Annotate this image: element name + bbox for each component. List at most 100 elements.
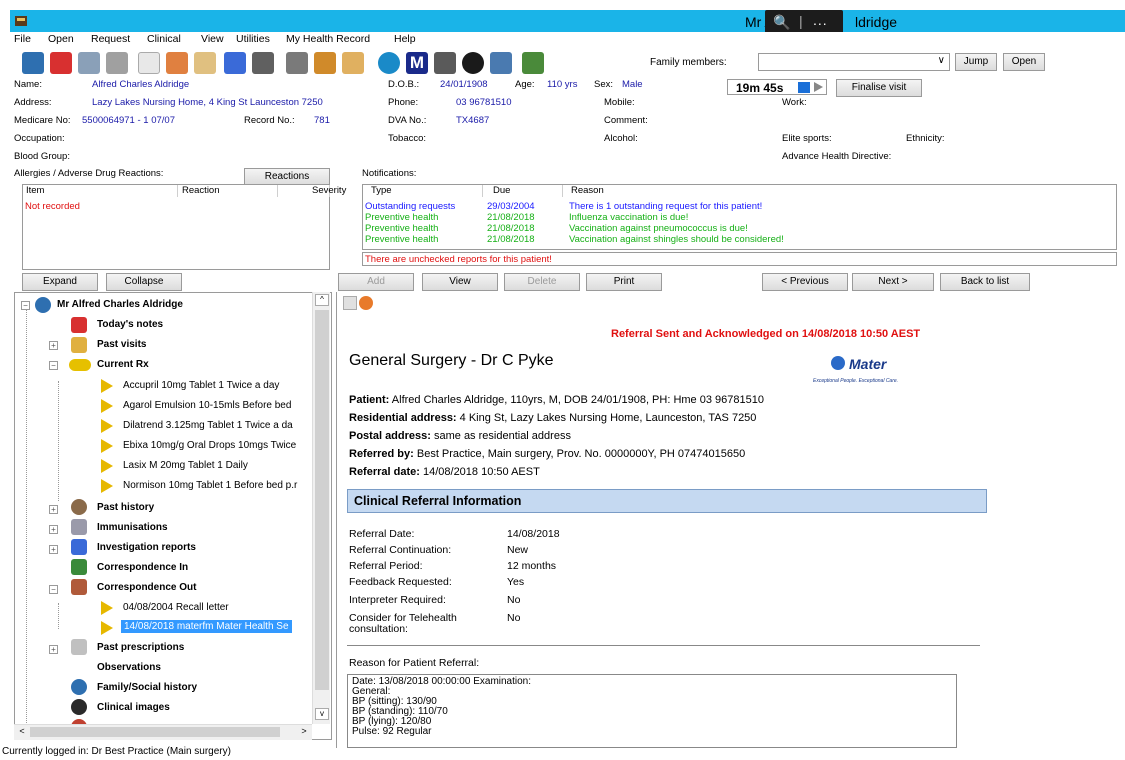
- more-options-icon[interactable]: ...: [813, 12, 828, 28]
- section-divider: [347, 645, 980, 646]
- menu-open[interactable]: Open: [48, 33, 74, 45]
- reason-text-box[interactable]: Date: 13/08/2018 00:00:00 Examination: G…: [347, 674, 957, 748]
- tree-horizontal-scrollbar[interactable]: < >: [14, 724, 312, 740]
- notif-col-reason[interactable]: Reason: [563, 185, 1113, 197]
- zoom-icon[interactable]: 🔍: [773, 14, 790, 31]
- correspondence-item-selected[interactable]: 14/08/2018 materfm Mater Health Se: [121, 620, 292, 633]
- next-button[interactable]: Next >: [852, 273, 934, 291]
- correspondence-out-toggle[interactable]: −: [49, 585, 58, 594]
- mims-icon[interactable]: M: [406, 52, 428, 74]
- postal-field-label: Postal address:: [349, 430, 431, 442]
- previous-button[interactable]: < Previous: [762, 273, 848, 291]
- past-prescriptions-toggle[interactable]: +: [49, 645, 58, 654]
- open-patient-icon[interactable]: [22, 52, 44, 74]
- correspondence-item[interactable]: 04/08/2004 Recall letter: [123, 602, 229, 613]
- calculator-icon[interactable]: [252, 52, 274, 74]
- rx-item[interactable]: Accupril 10mg Tablet 1 Twice a day: [123, 380, 279, 391]
- tree-correspondence-in[interactable]: Correspondence In: [97, 562, 188, 573]
- globe-icon[interactable]: [378, 52, 400, 74]
- jump-button[interactable]: Jump: [955, 53, 997, 71]
- add-button[interactable]: Add: [338, 273, 414, 291]
- finalise-visit-button[interactable]: Finalise visit: [836, 79, 922, 97]
- delete-button[interactable]: Delete: [504, 273, 580, 291]
- allergy-col-item[interactable]: Item: [23, 185, 178, 197]
- past-visits-toggle[interactable]: +: [49, 341, 58, 350]
- tree-immunisations[interactable]: Immunisations: [97, 522, 168, 533]
- tree-vertical-scrollbar[interactable]: ^ v: [312, 292, 330, 724]
- menu-clinical[interactable]: Clinical: [147, 33, 181, 45]
- reason-line: Pulse: 92 Regular: [352, 726, 432, 737]
- past-history-toggle[interactable]: +: [49, 505, 58, 514]
- tree-observations[interactable]: Observations: [97, 662, 161, 673]
- letter-icon[interactable]: [166, 52, 188, 74]
- scroll-thumb-horizontal[interactable]: [30, 727, 280, 737]
- first-aid-icon[interactable]: [314, 52, 336, 74]
- tree-investigation-reports[interactable]: Investigation reports: [97, 542, 196, 553]
- stethoscope-icon[interactable]: [286, 52, 308, 74]
- expand-button[interactable]: Expand: [22, 273, 98, 291]
- rx-item[interactable]: Dilatrend 3.125mg Tablet 1 Twice a da: [123, 420, 293, 431]
- collapse-button[interactable]: Collapse: [106, 273, 182, 291]
- rx-item[interactable]: Lasix M 20mg Tablet 1 Daily: [123, 460, 248, 471]
- scroll-up-icon[interactable]: ^: [315, 294, 329, 306]
- menu-view[interactable]: View: [201, 33, 224, 45]
- menu-utilities[interactable]: Utilities: [236, 33, 270, 45]
- print-preview-icon[interactable]: [359, 296, 373, 310]
- person-icon[interactable]: [342, 52, 364, 74]
- view-button[interactable]: View: [422, 273, 498, 291]
- referral-patient-line: Patient: Alfred Charles Aldridge, 110yrs…: [349, 394, 764, 406]
- unchecked-reports-bar[interactable]: There are unchecked reports for this pat…: [362, 252, 1117, 266]
- tree-clinical-images[interactable]: Clinical images: [97, 702, 170, 713]
- referral-date-field-value: 14/08/2018 10:50 AEST: [422, 466, 540, 478]
- play-icon[interactable]: [814, 82, 823, 92]
- page-icon[interactable]: [343, 296, 357, 310]
- todays-notes-icon[interactable]: [50, 52, 72, 74]
- scroll-left-icon[interactable]: <: [16, 726, 28, 738]
- scroll-down-icon[interactable]: v: [315, 708, 329, 720]
- investigation-icon[interactable]: [224, 52, 246, 74]
- scroll-thumb[interactable]: [315, 310, 329, 690]
- root-collapse-toggle[interactable]: −: [21, 301, 30, 310]
- open-button[interactable]: Open: [1003, 53, 1045, 71]
- notif-col-due[interactable]: Due: [483, 185, 563, 197]
- menu-request[interactable]: Request: [91, 33, 130, 45]
- menu-file[interactable]: File: [14, 33, 31, 45]
- tree-correspondence-out[interactable]: Correspondence Out: [97, 582, 196, 593]
- rx-item[interactable]: Agarol Emulsion 10-15mls Before bed: [123, 400, 291, 411]
- reason-label: Reason for Patient Referral:: [349, 657, 480, 669]
- menu-help[interactable]: Help: [394, 33, 416, 45]
- investigation-toggle[interactable]: +: [49, 545, 58, 554]
- tree-past-visits[interactable]: Past visits: [97, 339, 146, 350]
- lab-icon[interactable]: [434, 52, 456, 74]
- back-to-list-button[interactable]: Back to list: [940, 273, 1030, 291]
- prescription-icon[interactable]: [194, 52, 216, 74]
- rx-item[interactable]: Normison 10mg Tablet 1 Before bed p.r: [123, 480, 297, 491]
- history-person-icon: [71, 499, 87, 515]
- allergy-col-severity[interactable]: Severity: [278, 185, 346, 197]
- notif-col-type[interactable]: Type: [365, 185, 483, 197]
- camera-icon[interactable]: [462, 52, 484, 74]
- tree-todays-notes[interactable]: Today's notes: [97, 319, 163, 330]
- tree-root-patient[interactable]: Mr Alfred Charles Aldridge: [57, 299, 183, 310]
- print-button[interactable]: Print: [586, 273, 662, 291]
- tree-family-social-history[interactable]: Family/Social history: [97, 682, 197, 693]
- family-members-select[interactable]: ∨: [758, 53, 950, 71]
- tree-past-history[interactable]: Past history: [97, 502, 154, 513]
- immunisations-toggle[interactable]: +: [49, 525, 58, 534]
- notif-due: 21/08/2018: [487, 223, 535, 234]
- history-icon[interactable]: [78, 52, 100, 74]
- menu-my-health-record[interactable]: My Health Record: [286, 33, 370, 45]
- new-document-icon[interactable]: [138, 52, 160, 74]
- notif-type: Preventive health: [365, 212, 439, 223]
- current-rx-toggle[interactable]: −: [49, 361, 58, 370]
- save-icon[interactable]: [490, 52, 512, 74]
- pause-icon[interactable]: [798, 82, 810, 93]
- tree-current-rx[interactable]: Current Rx: [97, 359, 149, 370]
- tree-past-prescriptions[interactable]: Past prescriptions: [97, 642, 184, 653]
- scroll-right-icon[interactable]: >: [298, 726, 310, 738]
- exit-icon[interactable]: [522, 52, 544, 74]
- letter-item-icon: [101, 621, 113, 635]
- rx-item[interactable]: Ebixa 10mg/g Oral Drops 10mgs Twice: [123, 440, 296, 451]
- allergy-col-reaction[interactable]: Reaction: [178, 185, 278, 197]
- records-icon[interactable]: [106, 52, 128, 74]
